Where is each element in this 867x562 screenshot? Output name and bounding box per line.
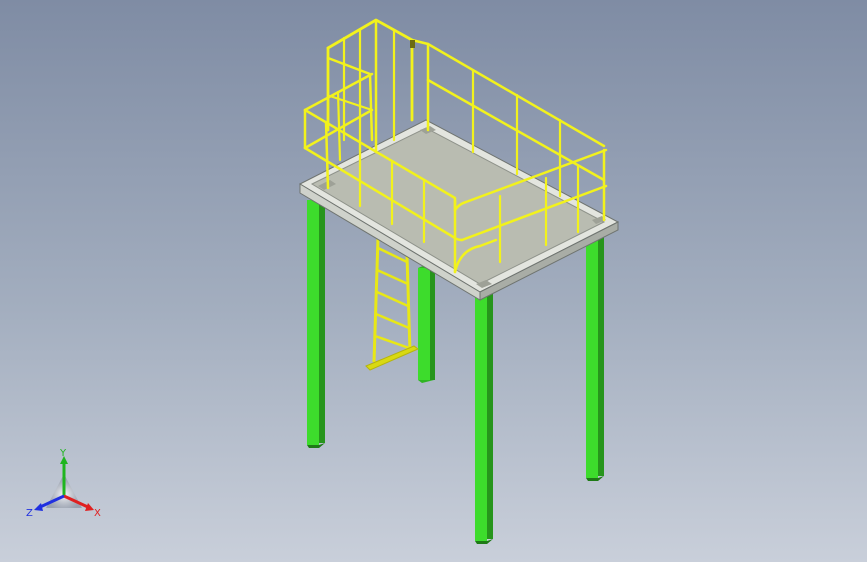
- leg-back-right: [586, 236, 604, 481]
- z-axis-label: Z: [26, 508, 33, 519]
- platform-model[interactable]: [0, 0, 867, 562]
- x-axis-label: X: [94, 508, 101, 519]
- deck-platform[interactable]: [298, 119, 620, 301]
- graphics-viewport[interactable]: Y X Z: [0, 0, 867, 562]
- leg-front-left: [307, 200, 325, 448]
- z-axis-head: [34, 503, 43, 511]
- leg-back-left: [418, 263, 435, 383]
- orientation-triad: Y X Z: [26, 448, 101, 519]
- y-axis-label: Y: [59, 448, 67, 459]
- leg-front-middle: [475, 294, 493, 544]
